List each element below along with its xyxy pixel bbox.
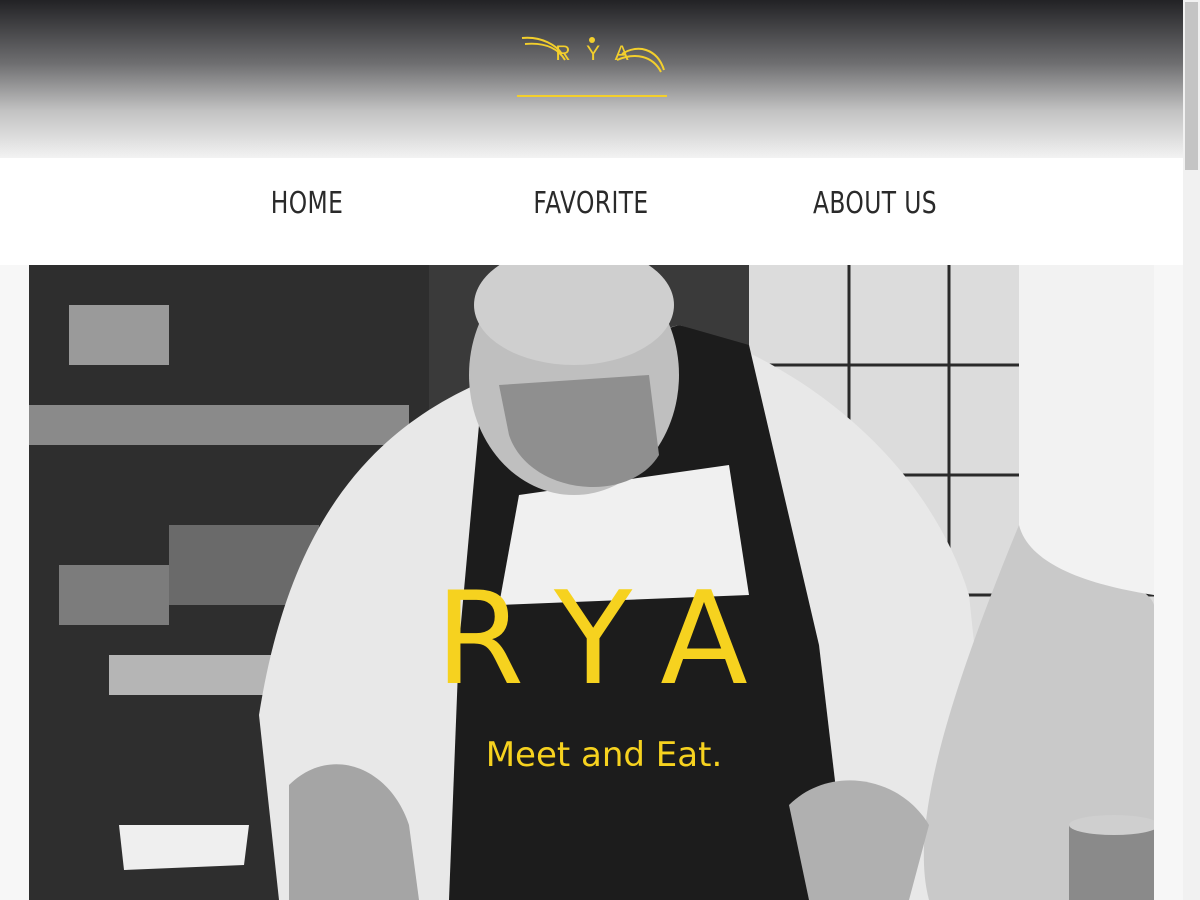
logo-underline <box>517 95 667 97</box>
hero-tagline: Meet and Eat. <box>485 735 723 775</box>
site-logo[interactable]: RYA <box>517 30 667 100</box>
main-nav: HOME FAVORITE ABOUT US <box>0 158 1183 265</box>
nav-home-link[interactable]: HOME <box>221 184 393 224</box>
logo-text: RYA <box>555 42 645 65</box>
page: RYA HOME FAVORITE ABOUT US RYA Meet and … <box>0 0 1183 900</box>
scrollbar-thumb[interactable] <box>1185 2 1198 170</box>
site-header: RYA <box>0 0 1183 158</box>
nav-favorite-link[interactable]: FAVORITE <box>505 184 677 224</box>
nav-about-us-link[interactable]: ABOUT US <box>789 184 961 224</box>
hero-banner: RYA Meet and Eat. <box>29 265 1154 900</box>
hero-title: RYA <box>435 565 786 714</box>
